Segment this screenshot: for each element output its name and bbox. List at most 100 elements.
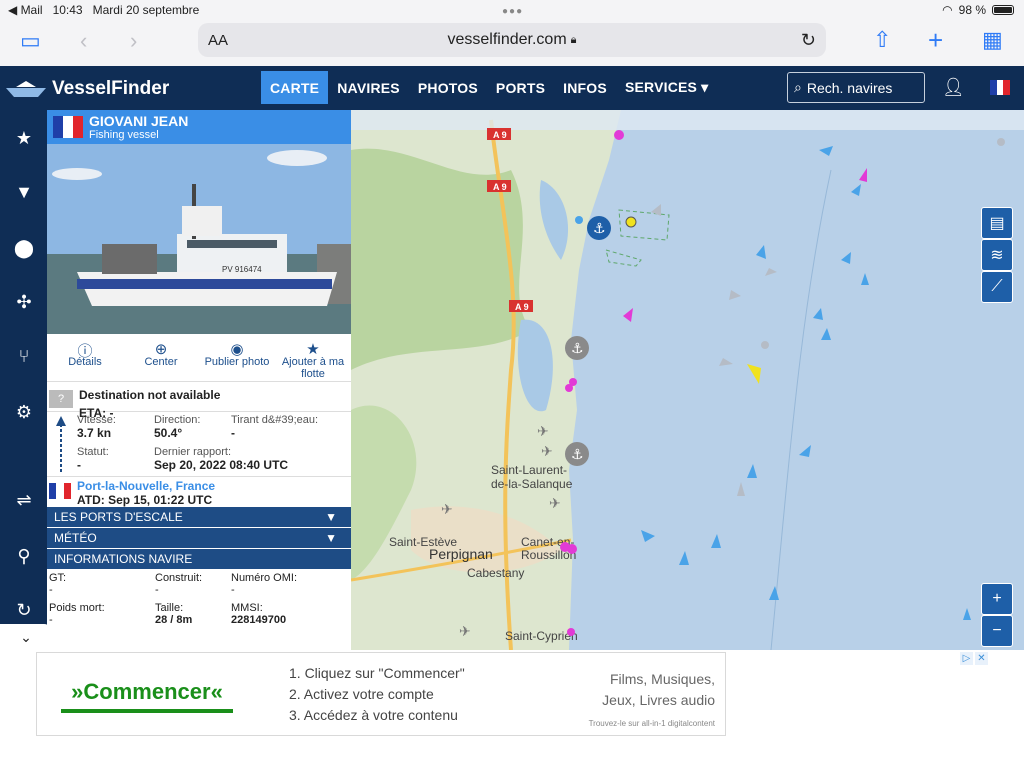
vessel-type: Fishing vessel: [89, 129, 159, 141]
status-value: -: [77, 458, 81, 472]
camera-icon: ◉: [230, 341, 244, 358]
vessel-dot[interactable]: [761, 341, 769, 349]
vessel-info-label: INFORMATIONS NAVIRE: [54, 552, 193, 566]
zoom-in-button[interactable]: +: [981, 583, 1013, 615]
ad-close-icon[interactable]: ✕: [975, 652, 988, 665]
antenna-icon[interactable]: ⚲: [12, 546, 36, 567]
main-menu: CARTE NAVIRES PHOTOS PORTS INFOS SERVICE…: [261, 71, 717, 104]
address-bar[interactable]: AA vesselfinder.com 🔒︎ ↻: [198, 23, 826, 57]
vessel-dot[interactable]: [614, 130, 624, 140]
voyage-grid: Vitesse: 3.7 kn Direction: 50.4° Tirant d&…: [47, 412, 351, 476]
url-text: vesselfinder.com: [447, 31, 567, 48]
measure-button[interactable]: ⟋: [981, 271, 1013, 303]
menu-infos[interactable]: INFOS: [554, 71, 616, 104]
center-button[interactable]: ⊕ Center: [123, 340, 199, 381]
departure-port-row: Port-la-Nouvelle, France ATD: Sep 15, 01:…: [47, 476, 351, 507]
safari-toolbar: ▭ ‹ › AA vesselfinder.com 🔒︎ ↻ ⇧ + ▦: [0, 20, 1024, 66]
reader-aa-button[interactable]: AA: [208, 32, 228, 49]
language-flag-icon[interactable]: [990, 80, 1011, 95]
settings-gear-icon[interactable]: ⚙: [12, 402, 36, 423]
vessel-dot[interactable]: [567, 544, 577, 554]
route-icon[interactable]: ⑂: [12, 346, 36, 367]
svg-text:⚓︎: ⚓︎: [571, 446, 584, 462]
vessel-dot[interactable]: [565, 384, 573, 392]
gt-value: -: [49, 584, 53, 596]
menu-services[interactable]: SERVICES ▾: [616, 71, 717, 104]
ad-controls: ▷ ✕: [960, 652, 988, 665]
menu-photos[interactable]: PHOTOS: [409, 71, 487, 104]
vessel-photo[interactable]: PV 916474: [47, 144, 351, 334]
menu-carte[interactable]: CARTE: [261, 71, 329, 104]
vessel-info-panel: GIOVANI JEAN Fishing vessel PV 916474 ⓘ D…: [47, 110, 351, 650]
publish-photo-button[interactable]: ◉ Publier photo: [199, 340, 275, 381]
port-anchor-icon[interactable]: ⚓︎: [565, 336, 589, 360]
svg-text:✈︎: ✈︎: [441, 501, 453, 517]
ad-info-icon[interactable]: ▷: [960, 652, 973, 665]
menu-navires[interactable]: NAVIRES: [328, 71, 409, 104]
vessel-dot[interactable]: [997, 138, 1005, 146]
back-icon[interactable]: ‹: [80, 28, 87, 54]
satellite-icon[interactable]: ✣: [12, 292, 36, 313]
vessel-search-input[interactable]: ⌕ Rech. navires: [787, 72, 925, 103]
star-icon[interactable]: ★: [12, 128, 36, 149]
svg-text:✈︎: ✈︎: [459, 623, 471, 639]
track-icon[interactable]: ⇌: [12, 490, 36, 511]
ad-disclaimer: Trouvez-le sur all-in-1 digitalcontent: [588, 719, 715, 728]
refresh-icon[interactable]: ↻: [12, 600, 36, 621]
multitask-dots-icon[interactable]: ●●●: [502, 6, 523, 17]
road-label-a9: A 9: [493, 182, 507, 192]
filter-icon[interactable]: ▼: [12, 182, 36, 203]
brand-name: VesselFinder: [52, 78, 170, 99]
map-canvas[interactable]: A 9 A 9 A 9 Saint-Laurent- de-la-Salanqu…: [351, 110, 1024, 650]
reload-icon[interactable]: ↻: [801, 30, 816, 51]
battery-icon: [992, 5, 1014, 15]
port-anchor-icon[interactable]: ⚓︎: [565, 442, 589, 466]
weather-section[interactable]: MÉTÉO ▼: [47, 528, 351, 548]
port-anchor-icon[interactable]: ⚓︎: [587, 216, 611, 240]
tabs-grid-icon[interactable]: ▦: [982, 27, 1003, 53]
add-fleet-label: Ajouter à ma flotte: [281, 356, 345, 380]
back-to-mail[interactable]: ◀ Mail: [8, 3, 43, 17]
ad-step: 3. Accédez à votre contenu: [289, 707, 458, 723]
ad-step: 2. Activez votre compte: [289, 686, 434, 702]
speed-value: 3.7 kn: [77, 426, 112, 440]
vessel-dot[interactable]: [567, 628, 575, 636]
share-icon[interactable]: ⇧: [873, 27, 891, 53]
dwt-value: -: [49, 614, 53, 626]
advertisement-banner[interactable]: »Commencer« 1. Cliquez sur "Commencer" 2…: [36, 652, 726, 736]
collapse-panel-button[interactable]: ⌄: [0, 624, 52, 650]
caret-down-icon: ▼: [325, 531, 337, 545]
add-fleet-button[interactable]: ★ Ajouter à ma flotte: [275, 340, 351, 381]
svg-text:✈︎: ✈︎: [541, 443, 553, 459]
selected-vessel-marker[interactable]: [625, 216, 637, 228]
vesselfinder-logo[interactable]: VesselFinder: [6, 78, 169, 100]
vessel-dot[interactable]: [575, 216, 583, 224]
user-icon[interactable]: 👤︎: [942, 77, 965, 98]
menu-ports[interactable]: PORTS: [487, 71, 554, 104]
hull-mark: PV 916474: [222, 265, 262, 274]
ports-of-call-section[interactable]: LES PORTS D'ESCALE ▼: [47, 507, 351, 527]
ad-commencer-button[interactable]: »Commencer«: [61, 675, 233, 713]
imo-label: Numéro OMI:: [231, 572, 298, 584]
departure-port-link[interactable]: Port-la-Nouvelle, France: [77, 479, 215, 493]
wifi-icon: ◠: [942, 3, 953, 17]
search-placeholder: Rech. navires: [806, 79, 893, 96]
crosshair-icon: ⊕: [154, 341, 168, 358]
ad-tagline: Films, Musiques, Jeux, Livres audio: [602, 669, 715, 711]
wind-layer-button[interactable]: ≋: [981, 239, 1013, 271]
location-pin-icon[interactable]: ⬤: [12, 238, 36, 259]
details-button[interactable]: ⓘ Détails: [47, 340, 123, 381]
status-date: Mardi 20 septembre: [92, 3, 200, 17]
info-icon: ⓘ: [77, 343, 93, 360]
zoom-out-button[interactable]: −: [981, 615, 1013, 647]
ports-of-call-label: LES PORTS D'ESCALE: [54, 510, 183, 524]
publish-photo-label: Publier photo: [204, 356, 270, 368]
new-tab-icon[interactable]: +: [928, 25, 943, 56]
imo-value: -: [231, 584, 235, 596]
sidebar-toggle-icon[interactable]: ▭: [20, 28, 41, 54]
vessel-info-section[interactable]: INFORMATIONS NAVIRE: [47, 549, 351, 569]
forward-icon[interactable]: ›: [130, 28, 137, 54]
road-label-a9: A 9: [515, 302, 529, 312]
city-label: Perpignan: [429, 546, 493, 562]
map-layers-button[interactable]: ▤: [981, 207, 1013, 239]
